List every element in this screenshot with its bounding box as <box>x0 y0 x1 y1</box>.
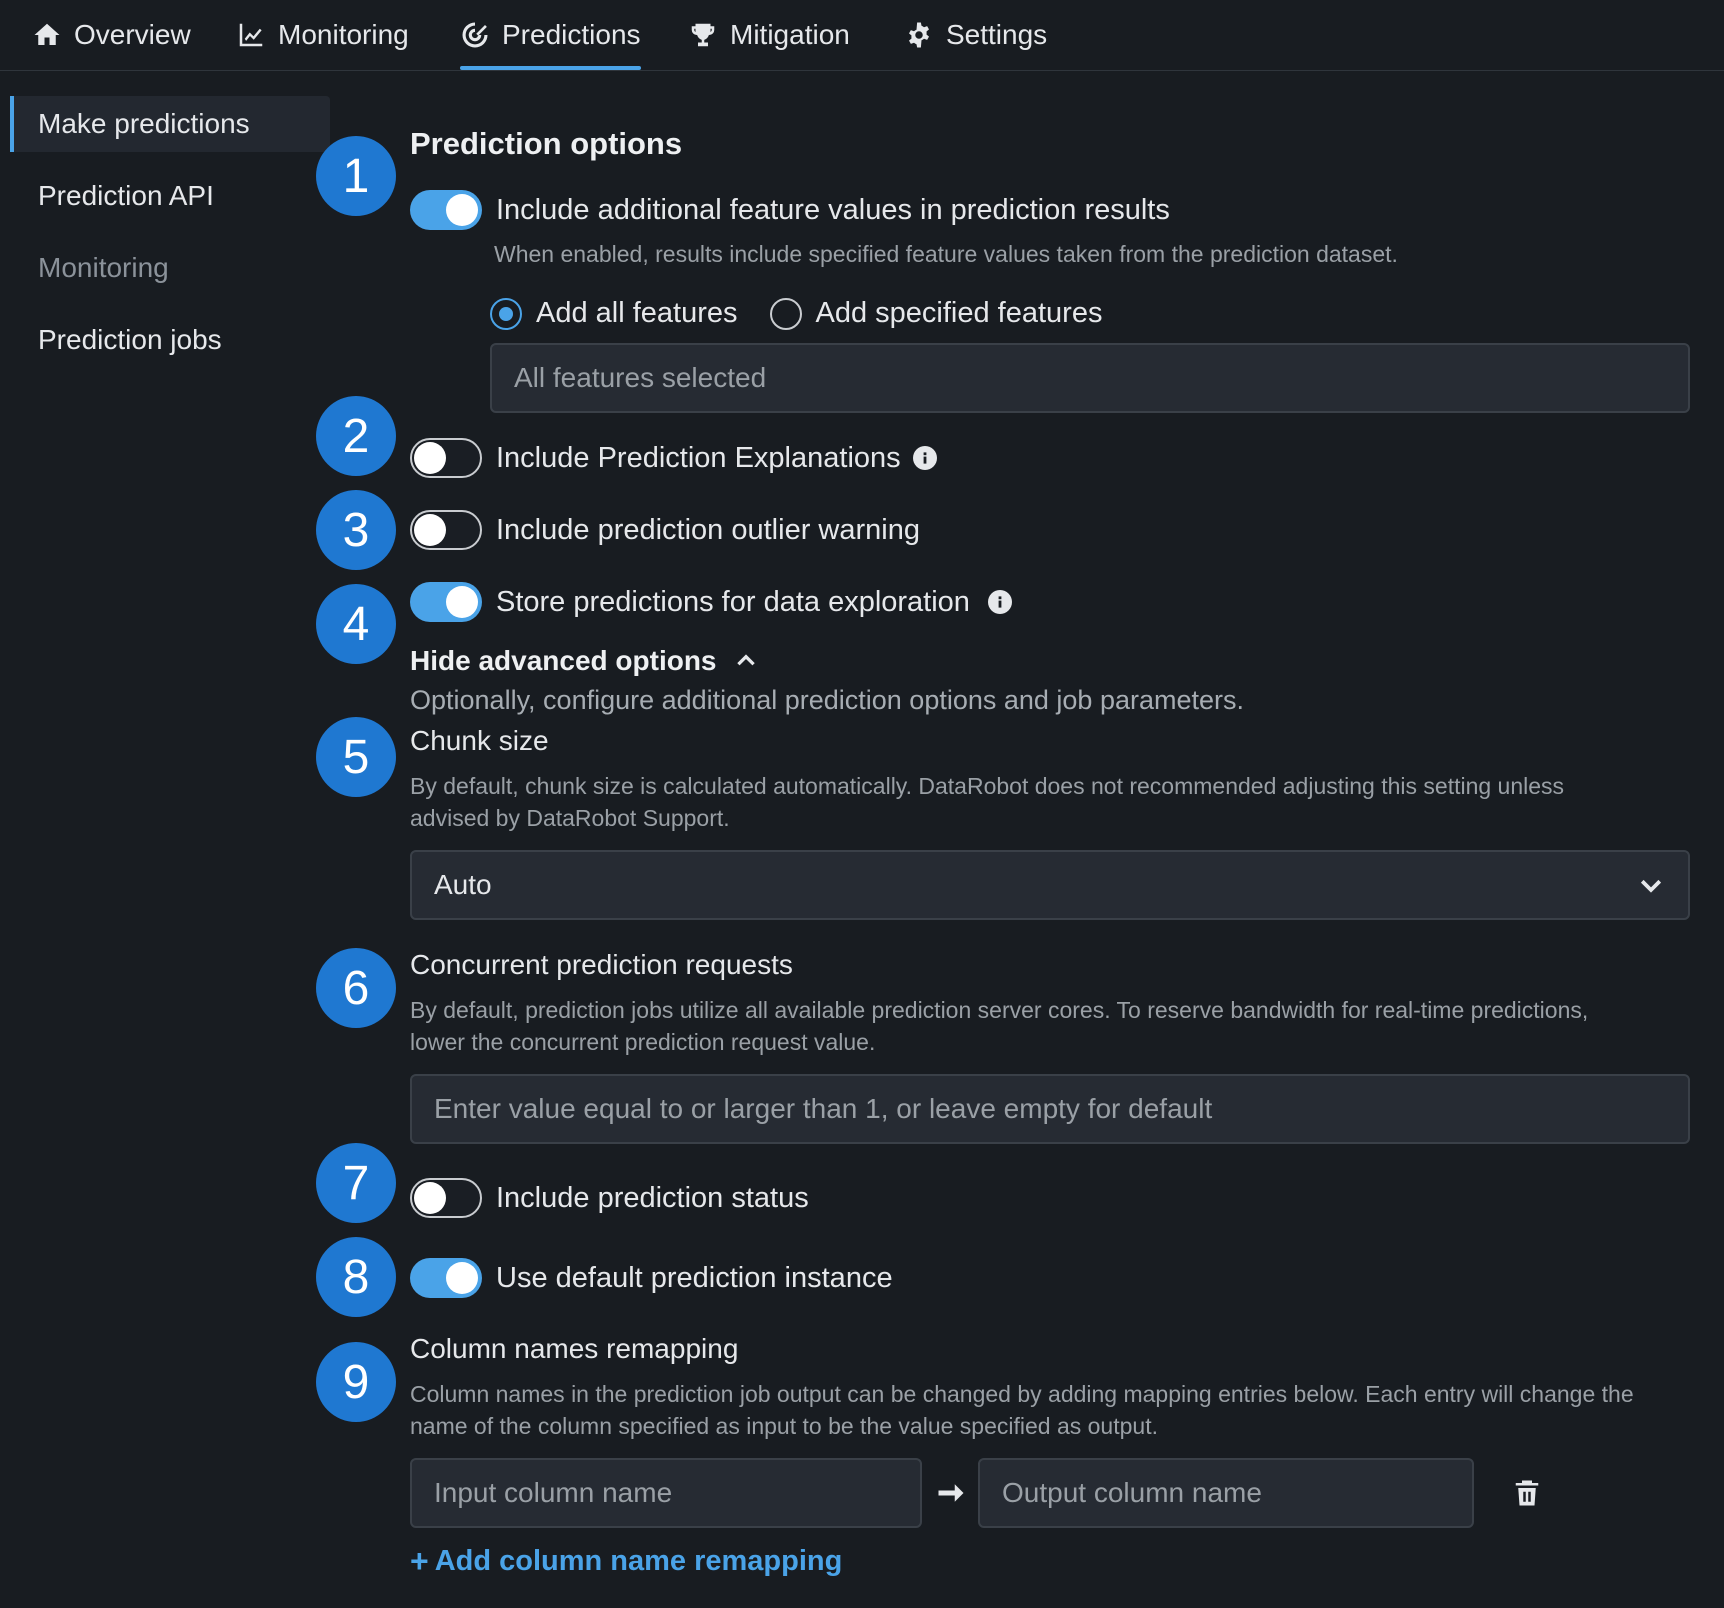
arrow-right-icon <box>938 1484 964 1502</box>
sidebar-item-label: Prediction jobs <box>38 324 222 355</box>
tab-monitoring[interactable]: Monitoring <box>236 14 409 56</box>
chunk-size-title: Chunk size <box>410 725 549 756</box>
step-badge-9: 9 <box>316 1342 396 1422</box>
instance-row: Use default prediction instance <box>410 1258 893 1298</box>
concurrent-requests-input[interactable] <box>410 1074 1690 1144</box>
sidebar-item-label: Prediction API <box>38 180 214 211</box>
chunk-size-help-line1: By default, chunk size is calculated aut… <box>410 773 1565 799</box>
step-badge-6: 6 <box>316 948 396 1028</box>
feature-values-row: Include additional feature values in pre… <box>410 190 1170 230</box>
toggle-knob <box>414 514 446 546</box>
store-predictions-toggle[interactable] <box>410 582 482 622</box>
step-badge-8: 8 <box>316 1237 396 1317</box>
concurrent-help-line2: lower the concurrent prediction request … <box>410 1029 876 1055</box>
tab-label: Mitigation <box>730 19 850 50</box>
step-badge-1: 1 <box>316 136 396 216</box>
step-badge-7: 7 <box>316 1143 396 1223</box>
plus-icon: + <box>410 1543 429 1579</box>
info-icon[interactable] <box>987 590 1012 614</box>
tab-label: Settings <box>946 19 1048 50</box>
output-column-name-field[interactable] <box>978 1458 1474 1528</box>
add-all-features-label: Add all features <box>536 297 738 329</box>
column-remapping-title: Column names remapping <box>410 1333 739 1364</box>
sidebar-item-label: Make predictions <box>38 108 250 139</box>
chunk-size-select[interactable]: Auto <box>410 850 1690 920</box>
features-field[interactable]: All features selected <box>490 343 1690 413</box>
tab-mitigation[interactable]: Mitigation <box>688 14 850 56</box>
toggle-knob <box>446 194 478 226</box>
step-badge-5: 5 <box>316 717 396 797</box>
advanced-description: Optionally, configure additional predict… <box>410 685 1245 715</box>
sidebar-item-prediction-jobs[interactable]: Prediction jobs <box>10 312 330 368</box>
chevron-up-icon <box>736 654 755 666</box>
predictions-icon <box>462 22 488 48</box>
tab-label: Overview <box>74 19 191 50</box>
add-specified-features-radio[interactable] <box>769 297 802 330</box>
add-column-remapping-label: Add column name remapping <box>434 1545 843 1577</box>
chunk-size-value: Auto <box>434 869 492 900</box>
add-all-features-radio[interactable] <box>490 297 522 330</box>
line-chart-icon <box>239 23 263 47</box>
feature-radio-group: Add all features Add specified features <box>490 297 1102 330</box>
features-field-text: All features selected <box>514 362 767 393</box>
sidebar-item-prediction-api[interactable]: Prediction API <box>10 168 330 224</box>
outlier-toggle[interactable] <box>410 510 482 550</box>
tab-overview[interactable]: Overview <box>32 14 191 56</box>
step-badge-3: 3 <box>316 490 396 570</box>
outlier-label: Include prediction outlier warning <box>496 513 920 546</box>
hide-advanced-options-toggle[interactable]: Hide advanced options <box>410 645 759 677</box>
feature-values-label: Include additional feature values in pre… <box>496 193 1170 226</box>
sidebar-item-make-predictions[interactable]: Make predictions <box>10 96 330 152</box>
chevron-down-icon <box>1640 879 1662 893</box>
tab-settings[interactable]: Settings <box>904 14 1047 56</box>
outlier-row: Include prediction outlier warning <box>410 510 920 550</box>
concurrent-help-line1: By default, prediction jobs utilize all … <box>410 997 1589 1023</box>
store-predictions-label: Store predictions for data exploration <box>496 585 970 618</box>
add-specified-features-label: Add specified features <box>815 297 1103 329</box>
top-navigation: Overview Monitoring Predictions Mitigati… <box>0 0 1724 71</box>
prediction-status-toggle[interactable] <box>410 1178 482 1218</box>
feature-values-help: When enabled, results include specified … <box>494 241 1398 267</box>
tab-label: Monitoring <box>278 19 409 50</box>
concurrent-requests-title: Concurrent prediction requests <box>410 949 793 980</box>
explanations-label: Include Prediction Explanations <box>496 441 901 474</box>
trophy-icon <box>691 23 715 47</box>
step-badge-4: 4 <box>316 584 396 664</box>
toggle-knob <box>414 442 446 474</box>
tab-label: Predictions <box>502 19 641 50</box>
chunk-size-help-line2: advised by DataRobot Support. <box>410 805 730 831</box>
toggle-knob <box>446 1262 478 1294</box>
home-icon <box>34 23 60 45</box>
tab-predictions[interactable]: Predictions <box>460 14 641 70</box>
input-column-name-field[interactable] <box>410 1458 922 1528</box>
prediction-status-label: Include prediction status <box>496 1181 809 1214</box>
explanations-toggle[interactable] <box>410 438 482 478</box>
trash-icon[interactable] <box>1512 1478 1542 1508</box>
toggle-knob <box>414 1182 446 1214</box>
info-icon[interactable] <box>912 446 937 470</box>
default-instance-label: Use default prediction instance <box>496 1261 893 1294</box>
explanations-row: Include Prediction Explanations <box>410 438 937 478</box>
default-instance-toggle[interactable] <box>410 1258 482 1298</box>
store-row: Store predictions for data exploration <box>410 582 1012 622</box>
add-column-remapping-link[interactable]: + Add column name remapping <box>410 1543 842 1580</box>
remapping-help-line2: name of the column specified as input to… <box>410 1413 1158 1439</box>
step-badge-2: 2 <box>316 396 396 476</box>
remapping-help-line1: Column names in the prediction job outpu… <box>410 1381 1634 1407</box>
status-row: Include prediction status <box>410 1178 809 1218</box>
toggle-knob <box>446 586 478 618</box>
gear-icon <box>909 22 929 48</box>
sidebar-item-monitoring[interactable]: Monitoring <box>10 240 330 296</box>
feature-values-toggle[interactable] <box>410 190 482 230</box>
prediction-options-title: Prediction options <box>410 126 683 161</box>
sidebar-item-label: Monitoring <box>38 252 169 283</box>
hide-advanced-options-label: Hide advanced options <box>410 645 717 676</box>
